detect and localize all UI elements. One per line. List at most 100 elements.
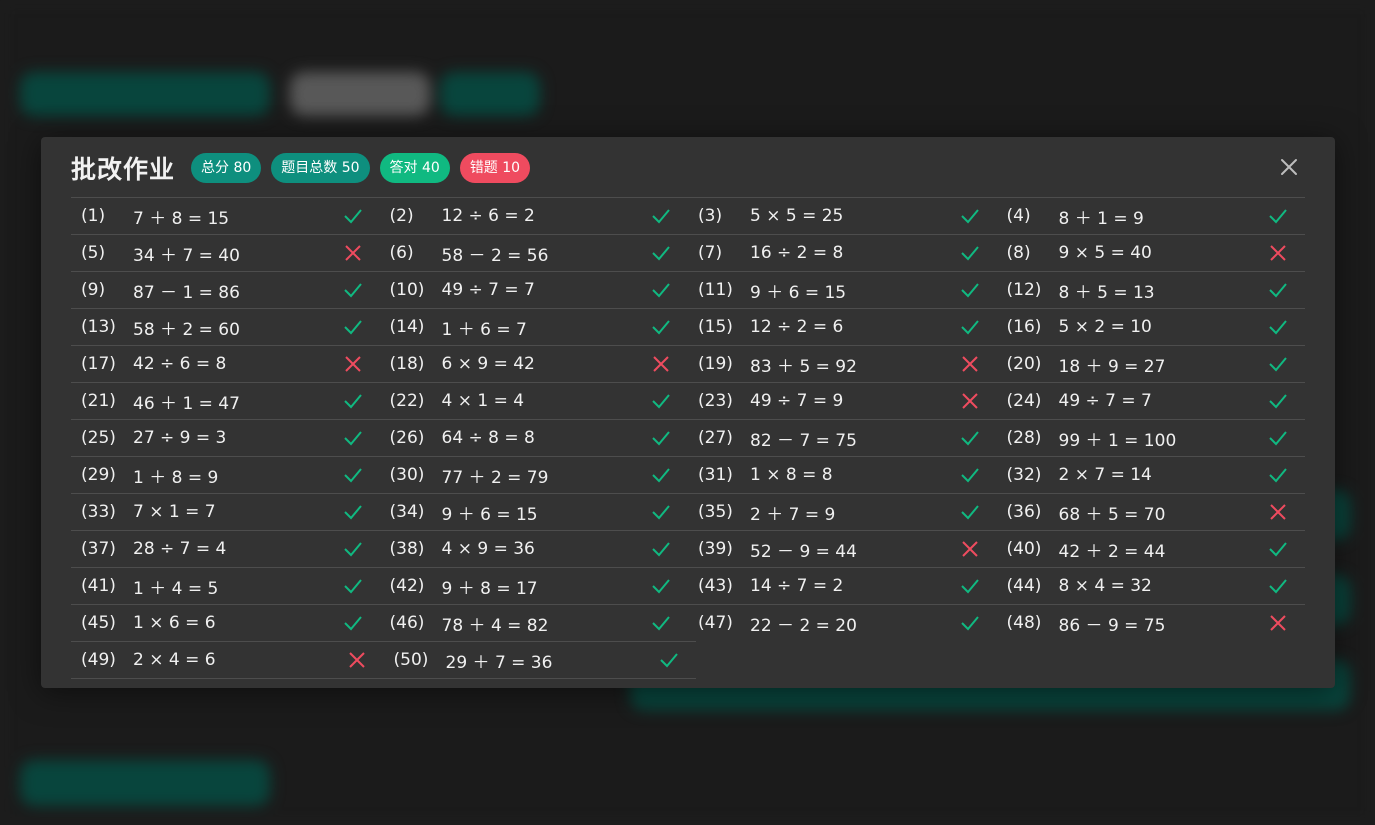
question-item: (4) 8 ＋ 1 = 9	[997, 198, 1306, 234]
question-item: (49) 2 × 4 = 6	[71, 642, 384, 678]
correct-check-icon	[960, 503, 979, 521]
question-item: (18) 6 × 9 = 42	[380, 346, 689, 382]
question-item: (46) 78 ＋ 4 = 82	[380, 605, 689, 641]
question-number: (11)	[698, 280, 733, 300]
question-number: (10)	[389, 280, 425, 300]
question-expression: 18 ＋ 9 = 27	[1058, 356, 1166, 377]
question-expression: 8 × 4 = 32	[1058, 576, 1152, 596]
question-item: (34) 9 ＋ 6 = 15	[380, 494, 689, 530]
wrong-cross-icon	[961, 355, 979, 373]
correct-check-icon	[652, 281, 670, 299]
question-expression: 1 × 8 = 8	[750, 465, 833, 485]
question-item: (30) 77 ＋ 2 = 79	[380, 457, 689, 493]
question-number: (34)	[389, 502, 425, 522]
question-expression: 8 ＋ 5 = 13	[1058, 282, 1155, 303]
question-number: (36)	[1006, 502, 1042, 522]
question-expression: 7 × 1 = 7	[133, 502, 216, 522]
wrong-cross-icon	[961, 392, 979, 410]
question-number: (43)	[698, 576, 733, 596]
question-number: (12)	[1006, 280, 1042, 300]
correct-check-icon	[652, 429, 670, 447]
question-grid: (1) 7 ＋ 8 = 15 (2) 12 ÷ 6 = 2 (3) 5 × 5 = 25(…	[71, 197, 1305, 679]
question-number: (24)	[1006, 391, 1042, 411]
question-item: (40) 42 ＋ 2 = 44	[997, 531, 1306, 567]
question-expression: 49 ÷ 7 = 7	[1058, 391, 1152, 411]
question-expression: 86 － 9 = 75	[1058, 615, 1166, 636]
question-expression: 9 ＋ 8 = 17	[441, 578, 538, 599]
question-expression: 2 ＋ 7 = 9	[750, 504, 836, 525]
question-expression: 58 － 2 = 56	[441, 245, 549, 266]
correct-check-icon	[343, 429, 362, 447]
close-button[interactable]	[1277, 155, 1301, 179]
question-number: (5)	[81, 243, 106, 263]
question-item: (36) 68 ＋ 5 = 70	[997, 494, 1306, 530]
question-expression: 87 － 1 = 86	[133, 282, 240, 303]
close-icon	[1281, 159, 1297, 175]
question-item: (50) 29 ＋ 7 = 36	[384, 642, 697, 678]
question-item: (45) 1 × 6 = 6	[71, 605, 380, 641]
question-row: (1) 7 ＋ 8 = 15 (2) 12 ÷ 6 = 2 (3) 5 × 5 = 25(…	[71, 197, 1305, 234]
correct-check-icon	[960, 318, 979, 336]
question-item: (8) 9 × 5 = 40	[997, 235, 1306, 271]
correct-check-icon	[1269, 318, 1287, 336]
question-expression: 22 － 2 = 20	[750, 615, 857, 636]
question-number: (30)	[389, 465, 425, 485]
wrong-cross-icon	[348, 651, 366, 669]
question-item: (39) 52 － 9 = 44	[688, 531, 997, 567]
correct-check-icon	[960, 281, 979, 299]
question-item: (7) 16 ÷ 2 = 8	[688, 235, 997, 271]
question-expression: 2 × 4 = 6	[133, 650, 216, 670]
question-item: (37) 28 ÷ 7 = 4	[71, 531, 380, 567]
question-item: (9) 87 － 1 = 86	[71, 272, 380, 308]
question-number: (37)	[81, 539, 116, 559]
question-expression: 83 ＋ 5 = 92	[750, 356, 857, 377]
question-row: (41) 1 ＋ 4 = 5 (42) 9 ＋ 8 = 17 (43) 14 ÷ 7 = …	[71, 567, 1305, 604]
question-item: (23) 49 ÷ 7 = 9	[688, 383, 997, 419]
question-expression: 68 ＋ 5 = 70	[1058, 504, 1166, 525]
question-expression: 5 × 5 = 25	[750, 206, 844, 226]
question-number: (9)	[81, 280, 106, 300]
question-number: (47)	[698, 613, 733, 633]
total-score-badge: 总分 80	[191, 153, 262, 183]
question-item: (43) 14 ÷ 7 = 2	[688, 568, 997, 604]
question-expression: 9 ＋ 6 = 15	[441, 504, 538, 525]
question-number: (39)	[698, 539, 733, 559]
question-item: (1) 7 ＋ 8 = 15	[71, 198, 380, 234]
wrong-cross-icon	[1269, 614, 1287, 632]
question-number: (13)	[81, 317, 116, 337]
question-item: (16) 5 × 2 = 10	[997, 309, 1306, 345]
question-expression: 58 ＋ 2 = 60	[133, 319, 240, 340]
correct-check-icon	[960, 577, 979, 595]
question-expression: 16 ÷ 2 = 8	[750, 243, 844, 263]
question-row: (17) 42 ÷ 6 = 8 (18) 6 × 9 = 42 (19) 83 ＋ 5 =…	[71, 345, 1305, 382]
question-expression: 78 ＋ 4 = 82	[441, 615, 549, 636]
correct-check-icon	[343, 281, 362, 299]
wrong-cross-icon	[1269, 503, 1287, 521]
question-item: (2) 12 ÷ 6 = 2	[380, 198, 689, 234]
correct-check-icon	[652, 614, 670, 632]
question-row: (29) 1 ＋ 8 = 9 (30) 77 ＋ 2 = 79 (31) 1 × 8 = …	[71, 456, 1305, 493]
correct-check-icon	[343, 577, 362, 595]
correct-check-icon	[652, 207, 670, 225]
question-item: (29) 1 ＋ 8 = 9	[71, 457, 380, 493]
question-number: (16)	[1006, 317, 1042, 337]
question-row: (37) 28 ÷ 7 = 4 (38) 4 × 9 = 36 (39) 52 － 9 =…	[71, 530, 1305, 567]
question-item: (31) 1 × 8 = 8	[688, 457, 997, 493]
question-expression: 49 ÷ 7 = 7	[441, 280, 535, 300]
question-row: (5) 34 ＋ 7 = 40 (6) 58 － 2 = 56 (7) 16 ÷ 2 = …	[71, 234, 1305, 271]
question-expression: 27 ÷ 9 = 3	[133, 428, 227, 448]
correct-check-icon	[960, 429, 979, 447]
question-expression: 1 ＋ 4 = 5	[133, 578, 219, 599]
question-number: (14)	[389, 317, 425, 337]
question-item: (44) 8 × 4 = 32	[997, 568, 1306, 604]
modal-header: 批改作业 总分 80 题目总数 50 答对 40 错题 10	[71, 151, 540, 185]
question-expression: 1 ＋ 6 = 7	[441, 319, 527, 340]
question-expression: 42 ＋ 2 = 44	[1058, 541, 1166, 562]
question-item: (21) 46 ＋ 1 = 47	[71, 383, 380, 419]
question-number: (23)	[698, 391, 733, 411]
question-expression: 46 ＋ 1 = 47	[133, 393, 240, 414]
question-item: (32) 2 × 7 = 14	[997, 457, 1306, 493]
correct-check-icon	[343, 318, 362, 336]
correct-check-icon	[1269, 540, 1287, 558]
question-expression: 82 － 7 = 75	[750, 430, 857, 451]
